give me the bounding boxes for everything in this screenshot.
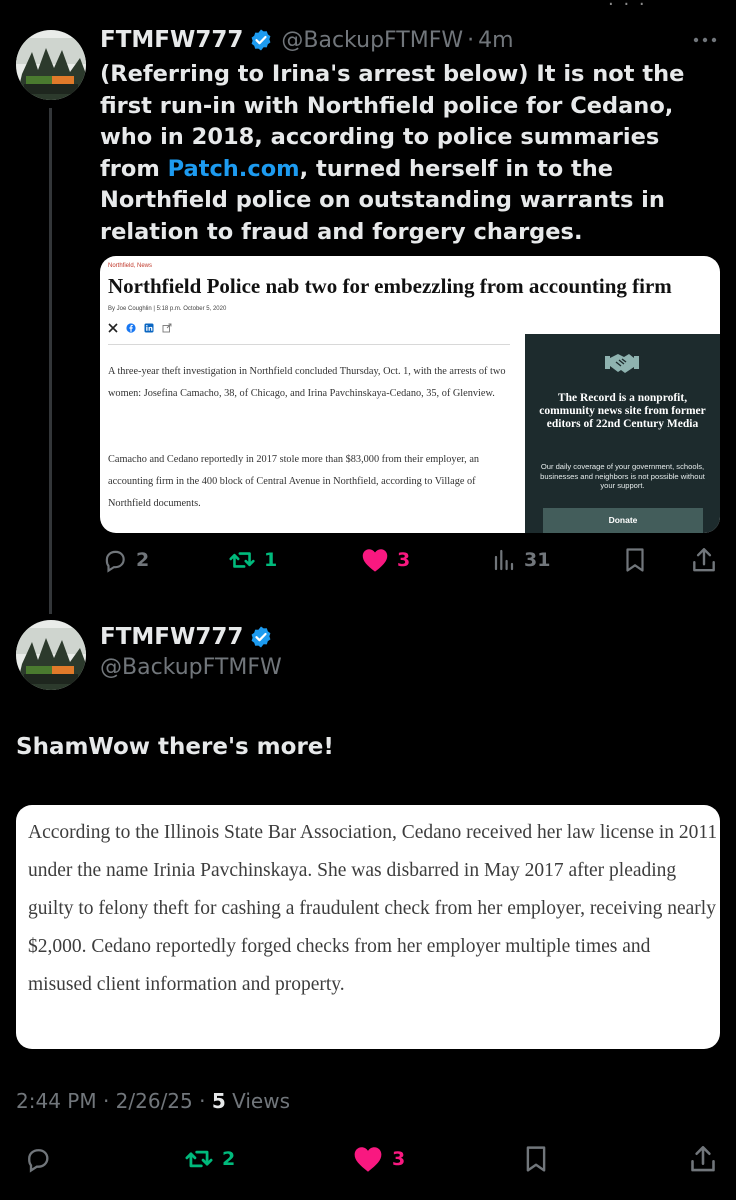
repost-count: 1 xyxy=(264,549,278,571)
handshake-icon xyxy=(605,354,639,373)
promo-title: The Record is a nonprofit, community new… xyxy=(539,392,706,430)
avatar[interactable] xyxy=(16,30,86,100)
reply-button[interactable]: 2 xyxy=(102,547,149,573)
like-button[interactable]: 3 xyxy=(352,1145,405,1173)
author-handle-row: @BackupFTMFW xyxy=(100,655,282,680)
tweet-author-row: FTMFW777 xyxy=(100,624,273,650)
bookmark-button[interactable] xyxy=(523,1143,549,1175)
reply-button[interactable] xyxy=(24,1145,52,1173)
share-upload-icon xyxy=(693,548,715,572)
article-category: Northfield, News xyxy=(108,263,153,269)
reply-count: 2 xyxy=(136,549,150,571)
avatar[interactable] xyxy=(16,620,86,690)
donation-promo-panel: The Record is a nonprofit, community new… xyxy=(525,334,720,533)
bookmark-icon xyxy=(526,1146,546,1172)
like-count: 3 xyxy=(397,549,411,571)
patch-link[interactable]: Patch.com xyxy=(168,156,300,182)
donate-button: Donate xyxy=(543,508,703,533)
article-screenshot-image[interactable]: Northfield, News Northfield Police nab t… xyxy=(100,256,720,533)
tweet-time[interactable]: 4m xyxy=(478,28,513,53)
article-byline: By Joe Coughlin | 5:18 p.m. October 5, 2… xyxy=(108,306,227,312)
tweet-text: (Referring to Irina's arrest below) It i… xyxy=(100,59,712,248)
more-options-icon[interactable] xyxy=(690,28,720,52)
tweet-timestamp[interactable]: 2:44 PM · 2/26/25 · xyxy=(16,1089,212,1113)
repost-icon xyxy=(185,1150,213,1168)
bookmark-icon xyxy=(626,548,644,572)
like-count: 3 xyxy=(392,1148,406,1170)
like-button[interactable]: 3 xyxy=(361,547,410,573)
separator-dot: · xyxy=(467,27,475,53)
repost-button[interactable]: 1 xyxy=(228,547,277,573)
article-social-icons xyxy=(108,323,172,333)
author-display-name[interactable]: FTMFW777 xyxy=(100,624,243,650)
reply-icon xyxy=(28,1149,49,1173)
tweet-meta: 2:44 PM · 2/26/25 · 5 Views xyxy=(16,1089,290,1113)
author-handle[interactable]: @BackupFTMFW xyxy=(281,28,463,53)
repost-icon xyxy=(229,552,255,568)
share-icon xyxy=(162,323,172,333)
reply-icon xyxy=(105,550,125,573)
verified-badge-icon xyxy=(249,28,273,52)
quoted-text: According to the Illinois State Bar Asso… xyxy=(28,822,718,995)
divider xyxy=(108,344,510,345)
tweet-text: ShamWow there's more! xyxy=(16,734,334,760)
article-paragraph: Camacho and Cedano reportedly in 2017 st… xyxy=(108,454,480,509)
share-upload-icon xyxy=(691,1146,715,1172)
article-headline: Northfield Police nab two for embezzling… xyxy=(108,274,672,298)
view-count: 5 xyxy=(211,1089,226,1113)
linkedin-icon xyxy=(144,323,154,333)
heart-icon xyxy=(354,1147,382,1172)
repost-button[interactable]: 2 xyxy=(184,1145,235,1173)
heart-icon xyxy=(362,549,388,572)
repost-count: 2 xyxy=(222,1148,236,1170)
views-button[interactable]: 31 xyxy=(492,547,550,573)
promo-body: Our daily coverage of your government, s… xyxy=(540,462,705,490)
x-icon xyxy=(108,323,118,333)
facebook-icon xyxy=(126,323,136,333)
views-label: Views xyxy=(225,1089,291,1113)
author-display-name[interactable]: FTMFW777 xyxy=(100,27,243,53)
view-count: 31 xyxy=(524,549,551,571)
top-overflow-glyph: · · · xyxy=(608,0,647,15)
quoted-text-image[interactable]: According to the Illinois State Bar Asso… xyxy=(16,805,720,1049)
views-chart-icon xyxy=(494,549,514,571)
bookmark-button[interactable] xyxy=(623,546,647,574)
tweet-author-row: FTMFW777 @BackupFTMFW · 4m xyxy=(100,27,514,53)
article-paragraph: A three-year theft investigation in Nort… xyxy=(108,366,506,399)
verified-badge-icon xyxy=(249,625,273,649)
share-button[interactable] xyxy=(691,546,717,574)
author-handle[interactable]: @BackupFTMFW xyxy=(100,655,282,680)
share-button[interactable] xyxy=(689,1143,717,1175)
thread-connector-line xyxy=(49,108,52,614)
